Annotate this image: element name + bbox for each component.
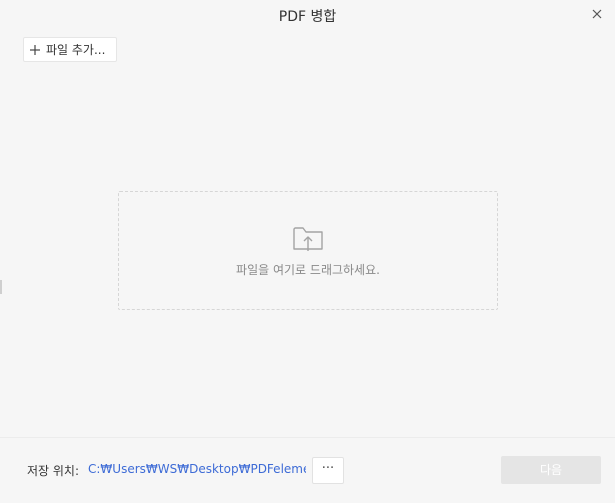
browse-button[interactable]: ··· [312, 457, 344, 484]
drop-hint: 파일을 여기로 드래그하세요. [236, 263, 380, 277]
add-file-button[interactable]: 파일 추가... [23, 37, 117, 62]
footer-divider [0, 437, 615, 438]
resize-handle [0, 280, 2, 294]
folder-upload-icon [293, 227, 323, 251]
file-drop-zone[interactable]: 파일을 여기로 드래그하세요. [118, 191, 498, 310]
plus-icon [30, 44, 40, 55]
save-path-link[interactable]: C:₩Users₩WS₩Desktop₩PDFelement ... [88, 462, 306, 476]
dialog-title: PDF 병합 [278, 9, 337, 25]
close-button[interactable] [589, 6, 605, 22]
title-bar: PDF 병합 [0, 0, 615, 30]
merge-dialog: PDF 병합 파일 추가... 파일을 여기로 드래그하세요. 저장 위치: C… [0, 0, 615, 503]
next-button[interactable]: 다음 [501, 456, 601, 484]
add-file-label: 파일 추가... [46, 43, 106, 57]
close-icon [592, 9, 602, 19]
save-location-label: 저장 위치: [27, 464, 80, 478]
